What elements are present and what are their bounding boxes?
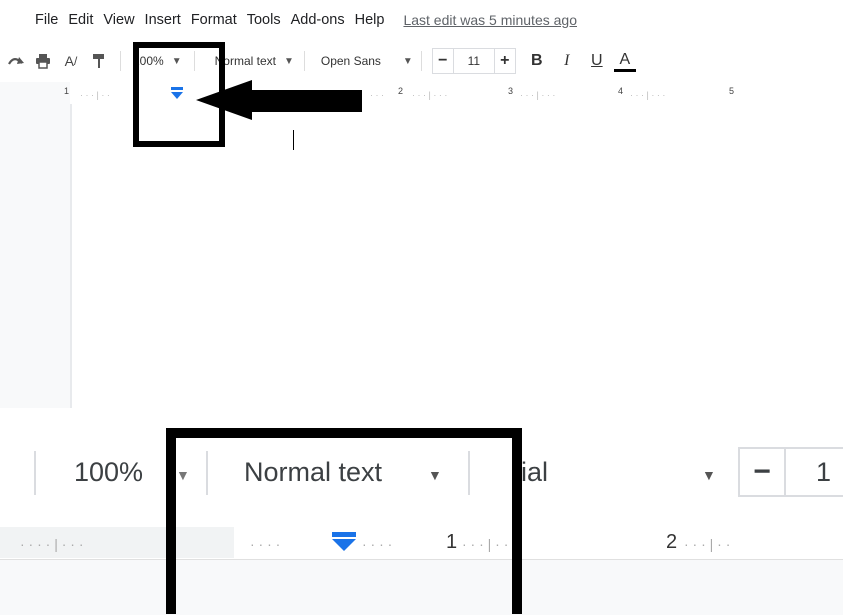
text-cursor: [293, 130, 294, 150]
highlight-box-bottom: [166, 428, 522, 614]
font-size-input-zoomed[interactable]: 1: [786, 447, 843, 497]
menu-insert[interactable]: Insert: [140, 12, 186, 28]
ruler[interactable]: 1 · · · | · · · · · 2 · · · | · · · 3 · …: [0, 82, 734, 105]
decrease-font-size-button[interactable]: −: [431, 48, 454, 74]
spellcheck-icon[interactable]: A /: [60, 50, 82, 72]
font-size-input[interactable]: 11: [453, 48, 494, 74]
menu-help[interactable]: Help: [350, 12, 390, 28]
zoom-value-zoomed[interactable]: 100%: [74, 457, 143, 488]
font-value: Open Sans: [320, 54, 381, 68]
ruler-number: 2: [666, 531, 678, 553]
last-edit-link[interactable]: Last edit was 5 minutes ago: [403, 12, 577, 28]
menu-tools[interactable]: Tools: [242, 12, 286, 28]
ruler-number: 4: [618, 86, 624, 96]
chevron-down-icon: ▼: [283, 55, 294, 67]
document-canvas[interactable]: [72, 104, 734, 408]
menu-format[interactable]: Format: [186, 12, 242, 28]
increase-font-size-button[interactable]: +: [493, 48, 516, 74]
ruler-number: 3: [508, 86, 514, 96]
menu-view[interactable]: View: [98, 12, 139, 28]
menu-edit[interactable]: Edit: [63, 12, 98, 28]
underline-button[interactable]: U: [586, 50, 608, 72]
left-margin-gutter: [0, 104, 72, 408]
text-color-button[interactable]: A: [613, 51, 636, 72]
redo-icon[interactable]: [6, 50, 28, 72]
print-icon[interactable]: [32, 50, 54, 72]
chevron-down-icon: ▼: [402, 55, 413, 67]
ruler-number: 1: [64, 86, 70, 96]
chevron-down-icon: ▼: [702, 467, 716, 483]
decrease-font-size-button-zoomed[interactable]: −: [738, 447, 786, 497]
menu-addons[interactable]: Add-ons: [286, 12, 350, 28]
paint-format-icon[interactable]: [88, 50, 110, 72]
ruler-number: 2: [398, 86, 404, 96]
italic-button[interactable]: I: [556, 50, 578, 72]
menu-file[interactable]: File: [30, 12, 63, 28]
menu-bar: File Edit View Insert Format Tools Add-o…: [30, 6, 577, 34]
ruler-number: 5: [729, 86, 735, 96]
bold-button[interactable]: B: [526, 50, 548, 72]
style-select[interactable]: Normal text ▼: [215, 54, 294, 68]
arrow-pointer-icon: [196, 80, 362, 120]
toolbar: A/ 100% ▼ Normal text ▼ Open Sans ▼ − 11…: [0, 42, 734, 80]
font-select[interactable]: Open Sans ▼: [321, 54, 413, 68]
